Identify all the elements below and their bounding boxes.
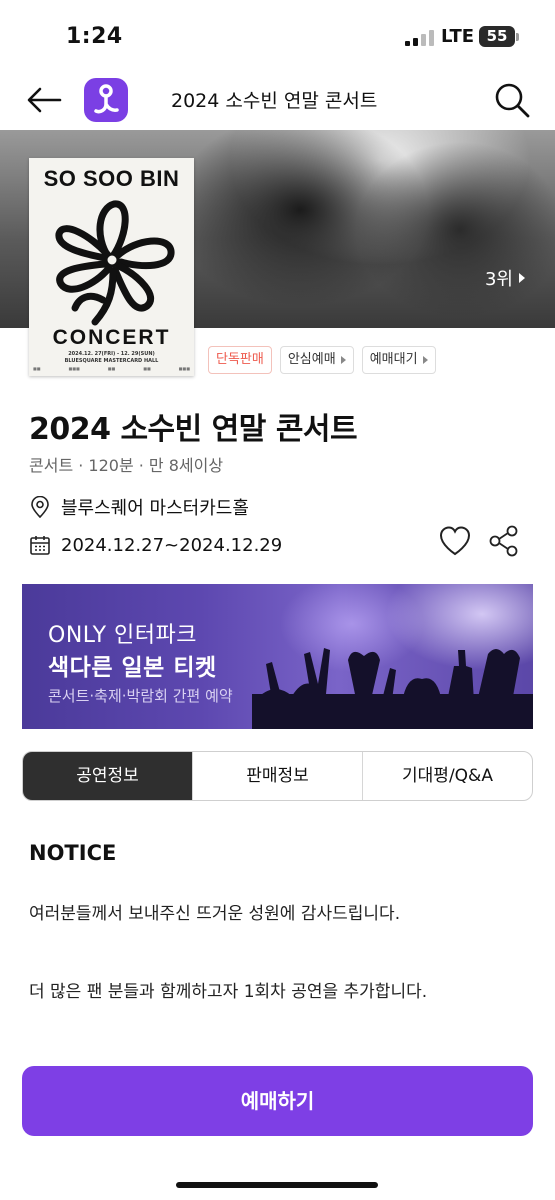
chevron-right-icon (340, 356, 346, 364)
arrow-left-icon (27, 87, 62, 113)
app-logo-icon[interactable] (84, 78, 128, 122)
status-time: 1:24 (66, 24, 123, 49)
location-pin-icon (31, 496, 49, 518)
wishlist-button[interactable] (438, 524, 472, 558)
back-button[interactable] (24, 82, 64, 118)
status-bar: 1:24 LTE 55 (0, 0, 555, 70)
network-label: LTE (441, 26, 475, 47)
rank-label: 3위 (484, 269, 513, 290)
share-icon (489, 525, 518, 557)
signal-icon (405, 30, 435, 46)
notice-line: 여러분들께서 보내주신 뜨거운 성원에 감사드립니다. (29, 904, 401, 924)
banner-line2: 색다른 일본 티켓 (48, 655, 217, 681)
promo-banner[interactable]: ONLY 인터파크 색다른 일본 티켓 콘서트·축제·박람회 간편 예약 (22, 584, 533, 729)
safe-booking-button[interactable]: 안심예매 (279, 346, 354, 374)
crowd-illustration (252, 648, 533, 729)
ranking-link[interactable]: 3위 (485, 265, 525, 291)
poster-sponsor-logos: ■■ ■■■ ■■ ■■ ■■■ (33, 366, 190, 371)
notice-heading: NOTICE (29, 841, 117, 865)
tab-reviews-qa[interactable]: 기대평/Q&A (362, 752, 532, 800)
event-title: 2024 소수빈 연말 콘서트 (29, 412, 358, 447)
calendar-icon (30, 536, 50, 555)
battery-icon: 55 (479, 26, 515, 47)
flower-illustration (55, 200, 175, 326)
event-date: 2024.12.27~2024.12.29 (61, 534, 283, 556)
tab-performance-info[interactable]: 공연정보 (23, 752, 192, 800)
book-button[interactable]: 예매하기 (22, 1066, 533, 1136)
banner-line3: 콘서트·축제·박람회 간편 예약 (48, 687, 233, 705)
home-indicator (176, 1182, 378, 1188)
chevron-right-icon (422, 356, 428, 364)
venue-row[interactable]: 블루스퀘어 마스터카드홀 (29, 494, 249, 520)
poster-subtitle: CONCERT (52, 326, 171, 349)
share-button[interactable] (488, 524, 520, 558)
poster-title: SO SOO BIN (43, 166, 180, 191)
nav-title: 2024 소수빈 연말 콘서트 (171, 90, 378, 112)
chevron-right-icon (519, 273, 525, 283)
event-meta: 콘서트 · 120분 · 만 8세이상 (29, 456, 224, 475)
booking-waitlist-button[interactable]: 예매대기 (361, 346, 436, 374)
date-row: 2024.12.27~2024.12.29 (29, 532, 282, 558)
search-icon (495, 83, 530, 118)
notice-line: 더 많은 팬 분들과 함께하고자 1회차 공연을 추가합니다. (29, 982, 428, 1002)
battery-tip (516, 33, 519, 41)
venue-name: 블루스퀘어 마스터카드홀 (61, 498, 249, 519)
search-button[interactable] (492, 80, 532, 120)
banner-line1: ONLY 인터파크 (48, 623, 198, 648)
tab-sales-info[interactable]: 판매정보 (192, 752, 362, 800)
top-nav: 2024 소수빈 연말 콘서트 (0, 70, 555, 130)
concert-poster[interactable]: SO SOO BIN CONCERT 2024.12. 27(FRI) - 12… (29, 158, 194, 376)
heart-icon (439, 526, 471, 556)
poster-date: 2024.12. 27(FRI) - 12. 29(SUN) BLUESQUAR… (64, 351, 159, 364)
detail-tabs: 공연정보 판매정보 기대평/Q&A (22, 751, 533, 801)
exclusive-sale-badge: 단독판매 (208, 346, 272, 374)
badge-row: 단독판매 안심예매 예매대기 (208, 346, 436, 374)
